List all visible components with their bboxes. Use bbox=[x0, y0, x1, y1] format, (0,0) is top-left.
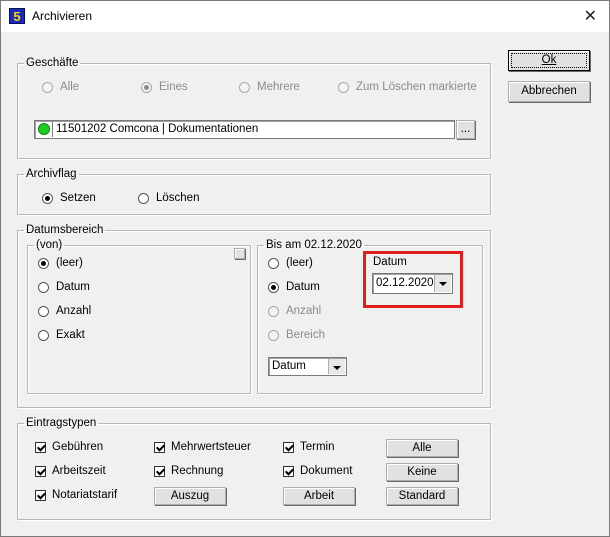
window-title: Archivieren bbox=[32, 9, 93, 23]
datumsbereich-legend: Datumsbereich bbox=[26, 224, 104, 236]
close-icon[interactable]: ✕ bbox=[584, 6, 597, 26]
radio-indicator bbox=[42, 81, 53, 93]
bis-legend: Bis am 02.12.2020 bbox=[266, 239, 362, 251]
check-mehrwertsteuer[interactable]: Mehrwertsteuer bbox=[154, 441, 251, 453]
radio-von-datum[interactable]: Datum bbox=[38, 281, 90, 293]
radio-loeschen[interactable]: Löschen bbox=[138, 192, 199, 204]
geschaefte-legend: Geschäfte bbox=[26, 57, 79, 69]
ok-button[interactable]: Ok bbox=[508, 50, 590, 71]
archivflag-legend: Archivflag bbox=[26, 168, 77, 180]
radio-bis-bereich[interactable]: Bereich bbox=[268, 329, 325, 341]
geschaefte-group: Geschäfte bbox=[17, 57, 491, 159]
radio-mehrere[interactable]: Mehrere bbox=[239, 81, 300, 93]
radio-bis-leer[interactable]: (leer) bbox=[268, 257, 313, 269]
chevron-down-icon[interactable] bbox=[328, 359, 345, 374]
radio-zum-loeschen-markierte[interactable]: Zum Löschen markierte bbox=[338, 81, 477, 93]
radio-indicator bbox=[38, 305, 49, 317]
radio-setzen[interactable]: Setzen bbox=[42, 192, 96, 204]
check-gebuehren[interactable]: Gebühren bbox=[35, 441, 103, 453]
check-termin[interactable]: Termin bbox=[283, 441, 335, 453]
radio-bis-anzahl[interactable]: Anzahl bbox=[268, 305, 321, 317]
radio-bis-datum[interactable]: Datum bbox=[268, 281, 320, 293]
standard-button[interactable]: Standard bbox=[386, 487, 458, 505]
radio-alle[interactable]: Alle bbox=[42, 81, 79, 93]
checkbox-indicator bbox=[154, 441, 165, 453]
radio-indicator bbox=[338, 81, 349, 93]
cancel-button[interactable]: Abbrechen bbox=[508, 81, 590, 102]
check-dokument[interactable]: Dokument bbox=[283, 465, 352, 477]
radio-indicator bbox=[268, 281, 279, 293]
checkbox-indicator bbox=[283, 441, 294, 453]
radio-von-exakt[interactable]: Exakt bbox=[38, 329, 85, 341]
check-arbeitszeit[interactable]: Arbeitszeit bbox=[35, 465, 106, 477]
geschaeft-value: 11501202 Comcona | Dokumentationen bbox=[56, 123, 259, 135]
bis-type-value: Datum bbox=[272, 360, 306, 372]
checkbox-indicator bbox=[35, 489, 46, 501]
eintragstypen-legend: Eintragstypen bbox=[26, 417, 97, 429]
browse-button[interactable]: ... bbox=[456, 120, 475, 139]
app-icon: 5 bbox=[9, 8, 25, 24]
checkbox-indicator bbox=[154, 465, 165, 477]
von-mini-button[interactable] bbox=[234, 248, 245, 259]
radio-indicator bbox=[42, 192, 53, 204]
von-legend: (von) bbox=[36, 239, 63, 251]
auszug-button[interactable]: Auszug bbox=[154, 487, 226, 505]
radio-indicator bbox=[38, 281, 49, 293]
alle-button[interactable]: Alle bbox=[386, 439, 458, 457]
checkbox-indicator bbox=[35, 465, 46, 477]
title-bar: 5 Archivieren ✕ bbox=[1, 1, 609, 32]
radio-von-anzahl[interactable]: Anzahl bbox=[38, 305, 91, 317]
archivieren-dialog: 5 Archivieren ✕ Ok Abbrechen Geschäfte A… bbox=[0, 0, 610, 537]
check-notariatstarif[interactable]: Notariatstarif bbox=[35, 489, 117, 501]
check-rechnung[interactable]: Rechnung bbox=[154, 465, 223, 477]
radio-eines[interactable]: Eines bbox=[141, 81, 188, 93]
radio-indicator bbox=[268, 329, 279, 341]
radio-indicator bbox=[239, 81, 250, 93]
radio-von-leer[interactable]: (leer) bbox=[38, 257, 83, 269]
checkbox-indicator bbox=[283, 465, 294, 477]
radio-indicator bbox=[38, 257, 49, 269]
radio-indicator bbox=[141, 81, 152, 93]
geschaeft-field[interactable]: 11501202 Comcona | Dokumentationen bbox=[34, 120, 455, 139]
highlight-box bbox=[363, 251, 463, 308]
arbeit-button[interactable]: Arbeit bbox=[283, 487, 355, 505]
status-dot-icon bbox=[38, 123, 50, 135]
radio-indicator bbox=[268, 257, 279, 269]
radio-indicator bbox=[268, 305, 279, 317]
bis-type-dropdown[interactable]: Datum bbox=[268, 357, 347, 376]
checkbox-indicator bbox=[35, 441, 46, 453]
radio-indicator bbox=[138, 192, 149, 204]
keine-button[interactable]: Keine bbox=[386, 463, 458, 481]
radio-indicator bbox=[38, 329, 49, 341]
